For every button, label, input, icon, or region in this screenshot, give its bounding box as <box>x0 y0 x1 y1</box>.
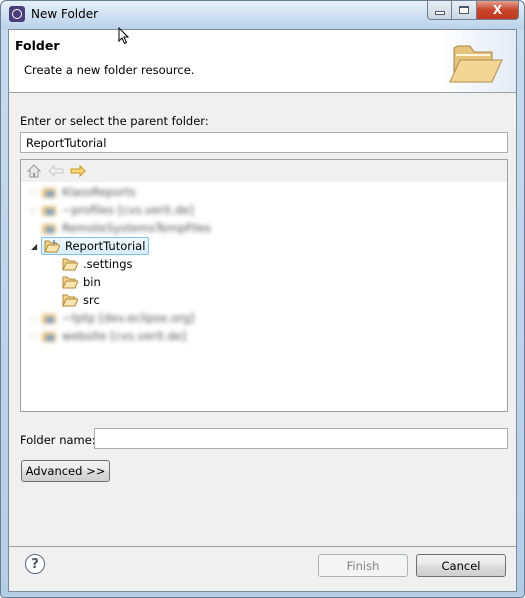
collapse-icon[interactable]: ◢ <box>31 242 41 251</box>
button-bar-separator <box>9 546 516 547</box>
window-controls: X <box>427 1 519 20</box>
folder-icon <box>62 276 78 289</box>
cancel-button[interactable]: Cancel <box>416 554 506 577</box>
project-icon <box>41 204 57 217</box>
expand-icon[interactable]: ▷ <box>31 188 41 197</box>
title-bar[interactable]: New Folder X <box>1 1 524 29</box>
tree-node[interactable]: RemoteSystemsTempFiles <box>31 219 211 237</box>
tree-toolbar <box>21 160 507 182</box>
mouse-cursor-icon <box>118 26 130 45</box>
forward-icon[interactable] <box>70 163 86 179</box>
project-icon <box>41 312 57 325</box>
folder-wizard-icon <box>448 40 504 86</box>
eclipse-app-icon <box>9 6 25 22</box>
close-icon: X <box>492 3 503 17</box>
parent-folder-label: Enter or select the parent folder: <box>20 114 209 128</box>
banner-title: Folder <box>15 38 60 53</box>
tree-node[interactable]: ▷ ~profiles [cvs.verit.de] <box>31 201 194 219</box>
parent-folder-input[interactable]: ReportTutorial <box>20 132 508 153</box>
tree-node[interactable]: .settings <box>62 255 133 273</box>
tree-node-label: ReportTutorial <box>65 239 146 253</box>
tree-node[interactable]: ▷ KlassReports <box>31 183 136 201</box>
tree-node[interactable]: bin <box>62 273 101 291</box>
dialog-client-area: Folder Create a new folder resource. Ent… <box>8 29 517 592</box>
maximize-button[interactable] <box>452 1 477 20</box>
banner-description: Create a new folder resource. <box>24 63 195 77</box>
minimize-icon <box>434 11 445 15</box>
project-icon <box>41 330 57 343</box>
folder-name-label: Folder name: <box>20 433 96 447</box>
window-title: New Folder <box>31 7 99 21</box>
new-folder-dialog: New Folder X Folder Create a new folder … <box>0 0 525 598</box>
tree-node[interactable]: ▷ website [cvs.verit.de] <box>31 327 186 345</box>
project-icon <box>41 222 57 235</box>
folder-name-input[interactable] <box>94 428 508 449</box>
advanced-button[interactable]: Advanced >> <box>21 460 110 482</box>
home-icon[interactable] <box>26 163 42 179</box>
folder-icon <box>62 258 78 271</box>
expand-icon[interactable]: ▷ <box>31 332 41 341</box>
open-project-icon <box>44 239 60 253</box>
expand-icon[interactable]: ▷ <box>31 314 41 323</box>
back-icon[interactable] <box>48 163 64 179</box>
expand-icon[interactable]: ▷ <box>31 206 41 215</box>
tree-node[interactable]: ▷ ~tptp [dev.eclipse.org] <box>31 309 195 327</box>
folder-tree-viewer[interactable]: ▷ KlassReports ▷ ~profiles [cvs.verit.de… <box>20 159 508 412</box>
project-icon <box>41 186 57 199</box>
help-icon[interactable]: ? <box>25 554 45 574</box>
tree-node[interactable]: src <box>62 291 100 309</box>
finish-button[interactable]: Finish <box>318 554 408 577</box>
close-button[interactable]: X <box>477 1 519 20</box>
maximize-icon <box>459 6 469 14</box>
minimize-button[interactable] <box>427 1 452 20</box>
folder-icon <box>62 294 78 307</box>
wizard-banner: Folder Create a new folder resource. <box>9 30 516 93</box>
tree-node-selected[interactable]: ◢ ReportTutorial <box>31 237 150 255</box>
